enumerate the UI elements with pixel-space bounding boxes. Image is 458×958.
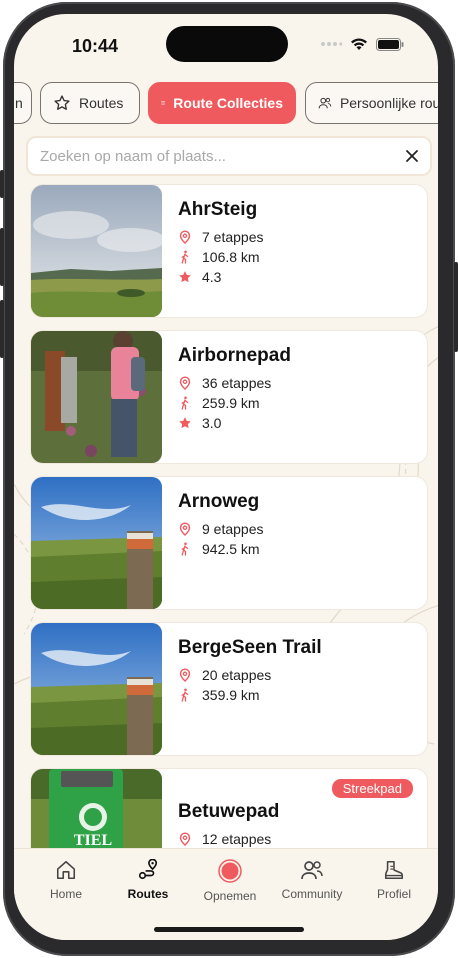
nav-label: Home <box>49 887 82 901</box>
map-pin-icon <box>179 832 191 846</box>
status-icons <box>320 37 404 51</box>
route-stages: 7 etappes <box>178 229 264 245</box>
volume-down-button <box>0 300 4 358</box>
app-screen: 10:44 n Routes Route Collecties Persoonl… <box>14 14 438 940</box>
route-distance: 942.5 km <box>178 541 260 557</box>
tab-label: Route Collecties <box>173 95 283 111</box>
tab-label: n <box>15 95 23 111</box>
status-time: 10:44 <box>72 36 119 56</box>
route-card-body: AhrSteig 7 etappes 106.8 km 4.3 <box>178 185 427 317</box>
route-stages: 9 etappes <box>178 521 264 537</box>
walking-icon <box>181 250 189 264</box>
route-stages: 36 etappes <box>178 375 271 391</box>
mute-switch <box>0 170 4 198</box>
route-photo <box>31 331 162 463</box>
route-rating: 4.3 <box>178 269 221 285</box>
home-indicator <box>154 927 304 932</box>
people-icon <box>301 861 323 880</box>
route-card-body: Arnoweg 9 etappes 942.5 km <box>178 477 427 609</box>
nav-profiel[interactable]: Profiel <box>352 859 436 901</box>
route-rating-text: 3.0 <box>202 415 222 431</box>
tab-previous[interactable]: n <box>14 82 32 124</box>
route-name: Betuwepad <box>178 801 280 822</box>
nav-opnemen[interactable]: Opnemen <box>188 859 272 903</box>
route-photo <box>31 477 162 609</box>
route-card[interactable]: AhrSteig 7 etappes 106.8 km 4.3 <box>31 185 427 317</box>
route-distance: 259.9 km <box>178 395 260 411</box>
search-input[interactable] <box>28 147 394 165</box>
bin-label-text: TIEL <box>74 832 112 849</box>
nav-label: Routes <box>127 887 169 901</box>
dynamic-island <box>166 26 288 62</box>
route-card-body: BergeSeen Trail 20 etappes 359.9 km <box>178 623 427 755</box>
people-icon <box>318 97 332 109</box>
route-stages-text: 9 etappes <box>202 521 264 537</box>
star-outline-icon <box>54 95 70 110</box>
nav-label: Opnemen <box>203 889 257 903</box>
route-card[interactable]: BergeSeen Trail 20 etappes 359.9 km <box>31 623 427 755</box>
close-icon <box>406 150 418 162</box>
route-name: Airbornepad <box>178 345 291 366</box>
route-type-badge: Streekpad <box>331 779 413 798</box>
menu-icon <box>161 101 166 105</box>
route-distance: 359.9 km <box>178 687 260 703</box>
tab-routes[interactable]: Routes <box>40 82 140 124</box>
nav-community[interactable]: Community <box>270 859 354 901</box>
wifi-icon <box>351 38 367 50</box>
route-stages: 20 etappes <box>178 667 271 683</box>
record-icon <box>218 859 242 883</box>
route-rating: 3.0 <box>178 415 221 431</box>
nav-label: Community <box>281 887 343 901</box>
route-distance-text: 359.9 km <box>202 687 260 703</box>
nav-home[interactable]: Home <box>24 859 108 901</box>
route-stages-text: 36 etappes <box>202 375 272 391</box>
tab-persoonlijke-routes[interactable]: Persoonlijke route <box>305 82 438 124</box>
route-stages-text: 7 etappes <box>202 229 264 245</box>
route-photo <box>31 623 162 755</box>
clear-search-button[interactable] <box>394 138 430 174</box>
route-card[interactable]: Airbornepad 36 etappes 259.9 km 3.0 <box>31 331 427 463</box>
home-icon <box>56 860 76 880</box>
star-icon <box>179 271 191 283</box>
map-pin-icon <box>179 522 191 536</box>
nav-label: Profiel <box>376 887 411 901</box>
volume-up-button <box>0 228 4 286</box>
route-distance-text: 106.8 km <box>202 249 260 265</box>
route-distance-text: 942.5 km <box>202 541 260 557</box>
route-stages: 12 etappes <box>178 831 271 847</box>
walking-icon <box>181 542 189 556</box>
route-stages-text: 20 etappes <box>202 667 272 683</box>
tab-label: Routes <box>79 95 124 111</box>
route-distance-text: 259.9 km <box>202 395 260 411</box>
search-bar <box>26 136 432 176</box>
route-card-body: Airbornepad 36 etappes 259.9 km 3.0 <box>178 331 427 463</box>
boot-icon <box>384 860 404 880</box>
map-pin-icon <box>179 376 191 390</box>
tab-route-collecties[interactable]: Route Collecties <box>148 82 296 124</box>
route-stages-text: 12 etappes <box>202 831 272 847</box>
route-photo <box>31 185 162 317</box>
power-button <box>454 262 458 352</box>
route-name: AhrSteig <box>178 199 258 220</box>
route-rating-text: 4.3 <box>202 269 222 285</box>
signal-icon <box>321 42 342 46</box>
walking-icon <box>181 688 189 702</box>
route-pin-icon <box>138 859 158 880</box>
route-name: Arnoweg <box>178 491 260 512</box>
tab-label: Persoonlijke route <box>339 95 438 111</box>
route-card[interactable]: Arnoweg 9 etappes 942.5 km <box>31 477 427 609</box>
collection-tabs: n Routes Route Collecties Persoonlijke r… <box>14 82 438 126</box>
map-pin-icon <box>179 668 191 682</box>
route-distance: 106.8 km <box>178 249 260 265</box>
map-pin-icon <box>179 230 191 244</box>
battery-icon <box>376 37 404 51</box>
walking-icon <box>181 396 189 410</box>
nav-routes[interactable]: Routes <box>106 859 190 901</box>
star-icon <box>179 417 191 429</box>
route-name: BergeSeen Trail <box>178 637 322 658</box>
